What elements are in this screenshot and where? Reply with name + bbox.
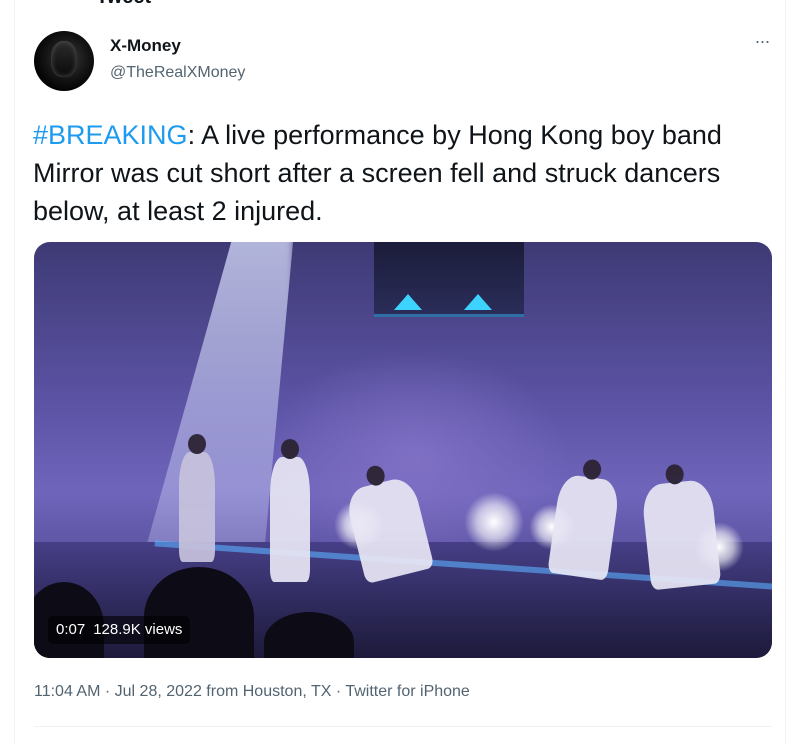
tweet-text: #BREAKING: A live performance by Hong Ko… — [33, 116, 783, 230]
meta-separator: · — [104, 683, 111, 700]
page-title: Tweet — [96, 0, 151, 9]
video-views: 128.9K views — [93, 621, 183, 638]
avatar-image — [51, 41, 77, 77]
video-stats-badge: 0:07 128.9K views — [48, 616, 191, 644]
stage-light — [464, 492, 524, 552]
audience-silhouette — [144, 567, 254, 658]
author-display-name[interactable]: X-Money — [110, 36, 181, 56]
tweet-date[interactable]: Jul 28, 2022 — [115, 683, 202, 700]
tweet-metadata: 11:04 AM · Jul 28, 2022 from Houston, TX… — [34, 683, 470, 701]
more-options-icon[interactable]: ··· — [748, 32, 776, 56]
video-duration: 0:07 — [56, 621, 86, 638]
tweet-location: from Houston, TX — [206, 683, 332, 700]
author-handle[interactable]: @TheRealXMoney — [110, 64, 245, 82]
hashtag-link[interactable]: #BREAKING — [33, 120, 188, 150]
avatar[interactable] — [34, 31, 94, 91]
tweet-source[interactable]: Twitter for iPhone — [345, 683, 470, 700]
divider — [34, 726, 772, 727]
performer-figure — [270, 439, 310, 582]
performer-figure — [640, 463, 722, 591]
meta-separator: · — [335, 683, 342, 700]
stage-screen — [374, 242, 524, 317]
tweet-time[interactable]: 11:04 AM — [34, 683, 100, 700]
video-player[interactable] — [34, 242, 772, 658]
performer-figure — [179, 434, 215, 562]
